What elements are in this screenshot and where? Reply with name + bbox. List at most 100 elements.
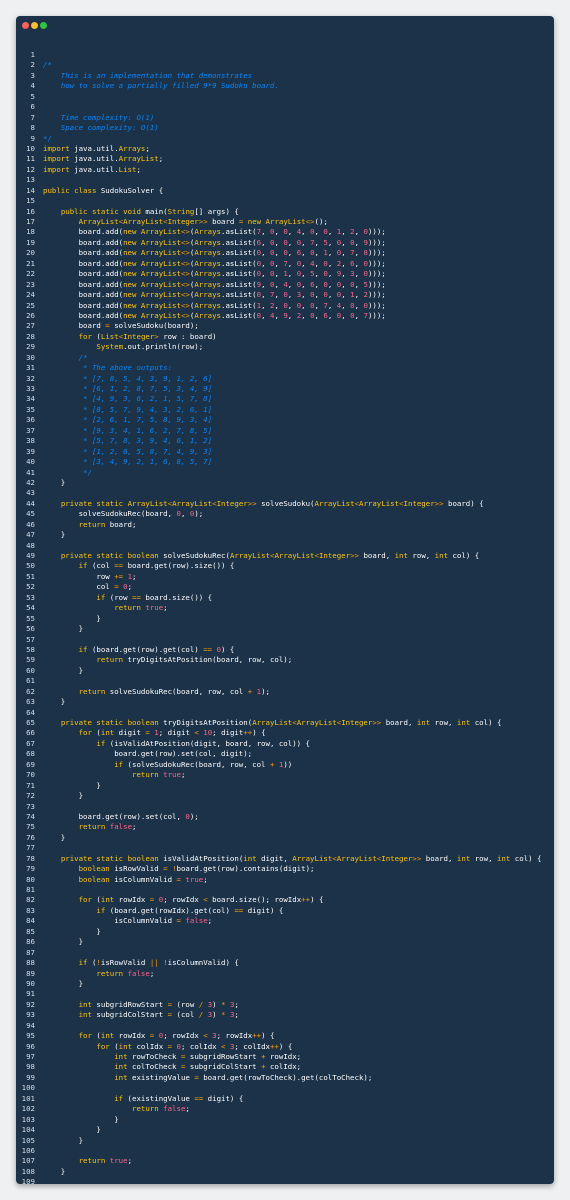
line-number: 80 <box>26 874 35 884</box>
code-text: board.add(new ArrayList<>(Arrays.asList(… <box>43 237 386 247</box>
line-number: 72 <box>26 791 35 801</box>
code-line: 60 } <box>16 666 554 676</box>
code-line: 107 return true; <box>16 1156 554 1166</box>
code-line: 85 } <box>16 927 554 937</box>
code-line: 14 public class SudokuSolver { <box>16 186 554 196</box>
line-number: 109 <box>21 1177 35 1184</box>
code-line: 15 <box>16 196 554 206</box>
code-text: for (int rowIdx = 0; rowIdx < 3; rowIdx+… <box>78 1031 275 1041</box>
code-editor[interactable]: 1 2/* 3 This is an implementation that dem… <box>16 50 554 1184</box>
line-number: 42 <box>26 477 35 487</box>
code-text: return solveSudokuRec(board, row, col + … <box>78 686 270 696</box>
code-text: */ <box>43 133 52 143</box>
code-text: * [1, 2, 6, 5, 8, 7, 4, 9, 3] <box>43 446 213 456</box>
code-text: return tryDigitsAtPosition(board, row, c… <box>96 655 293 665</box>
code-line: 105 } <box>16 1136 554 1146</box>
code-line: 44 private static ArrayList<ArrayList<In… <box>16 499 554 509</box>
code-line: 29 System.out.println(row); <box>16 342 554 352</box>
code-text: board.get(row).set(col, 0); <box>43 811 199 821</box>
code-text: public class SudokuSolver { <box>43 185 164 195</box>
zoom-window-button[interactable] <box>40 22 47 29</box>
code-line: 59 return tryDigitsAtPosition(board, row… <box>16 655 554 665</box>
line-number: 108 <box>21 1166 35 1176</box>
line-number: 76 <box>26 832 35 842</box>
line-number: 75 <box>26 822 35 832</box>
code-line: 23 board.add(new ArrayList<>(Arrays.asLi… <box>16 280 554 290</box>
line-number: 103 <box>21 1114 35 1124</box>
code-text: return false; <box>96 968 155 978</box>
line-number: 85 <box>26 926 35 936</box>
code-line: 96 for (int colIdx = 0; colIdx < 3; colI… <box>16 1042 554 1052</box>
code-line: 53 if (row == board.size()) { <box>16 593 554 603</box>
line-number: 93 <box>26 1010 35 1020</box>
line-number: 64 <box>26 707 35 717</box>
code-text: if (isValidAtPosition(digit, board, row,… <box>96 738 310 748</box>
close-window-button[interactable] <box>22 22 29 29</box>
code-line: 97 int rowToCheck = subgridRowStart + ro… <box>16 1052 554 1062</box>
code-text: } <box>43 1166 66 1176</box>
code-line: 48 <box>16 541 554 551</box>
code-text: * [9, 3, 4, 1, 6, 2, 7, 8, 5] <box>43 425 213 435</box>
code-line: 71 } <box>16 781 554 791</box>
code-text: for (int digit = 1; digit < 10; digit++)… <box>78 728 266 738</box>
code-text: * [2, 6, 1, 7, 5, 8, 9, 3, 4] <box>43 415 213 425</box>
code-line: 47 } <box>16 530 554 540</box>
line-number: 19 <box>26 237 35 247</box>
code-text: if (board.get(row).get(col) == 0) { <box>78 644 235 654</box>
line-number: 94 <box>26 1020 35 1030</box>
line-number: 17 <box>26 217 35 226</box>
code-line: 34 * [4, 9, 3, 6, 2, 1, 5, 7, 8] <box>16 394 554 404</box>
code-text: boolean isColumnValid = true; <box>78 874 208 884</box>
code-text: import java.util.Arrays; <box>43 143 150 153</box>
code-line: 45 solveSudokuRec(board, 0, 0); <box>16 509 554 519</box>
code-line: 100 <box>16 1083 554 1093</box>
line-number: 98 <box>26 1062 35 1072</box>
code-line: 78 private static boolean isValidAtPosit… <box>16 854 554 864</box>
code-line: 10 import java.util.Arrays; <box>16 144 554 154</box>
code-text: board.add(new ArrayList<>(Arrays.asList(… <box>43 227 386 237</box>
code-text: } <box>43 780 101 790</box>
line-number: 104 <box>21 1125 35 1135</box>
line-number: 67 <box>26 738 35 748</box>
code-line: 69 if (solveSudokuRec(board, row, col + … <box>16 760 554 770</box>
line-number: 84 <box>26 916 35 926</box>
code-line: 102 return false; <box>16 1104 554 1114</box>
code-text: board.add(new ArrayList<>(Arrays.asList(… <box>43 269 386 279</box>
code-text: } <box>43 926 101 936</box>
line-number: 10 <box>26 143 35 153</box>
code-text: Time complexity: O(1) <box>43 112 155 122</box>
line-number: 32 <box>26 373 35 383</box>
line-number: 5 <box>30 91 35 101</box>
line-number: 7 <box>30 112 35 122</box>
code-line: 7 Time complexity: O(1) <box>16 113 554 123</box>
line-number: 14 <box>26 185 35 195</box>
line-number: 100 <box>21 1083 35 1093</box>
code-text: } <box>43 624 84 634</box>
code-text: if (solveSudokuRec(board, row, col + 1)) <box>114 759 293 769</box>
line-number: 22 <box>26 269 35 279</box>
line-number: 18 <box>26 227 35 237</box>
code-line: 99 int existingValue = board.get(rowToCh… <box>16 1073 554 1083</box>
code-line: 74 board.get(row).set(col, 0); <box>16 812 554 822</box>
minimize-window-button[interactable] <box>31 22 38 29</box>
code-line: 55 } <box>16 614 554 624</box>
code-line: 58 if (board.get(row).get(col) == 0) { <box>16 645 554 655</box>
line-number: 26 <box>26 310 35 320</box>
line-number: 39 <box>26 446 35 456</box>
line-number: 24 <box>26 290 35 300</box>
code-text: } <box>43 477 66 487</box>
code-line: 52 col = 0; <box>16 582 554 592</box>
code-text: import java.util.List; <box>43 164 141 174</box>
line-number: 86 <box>26 937 35 947</box>
code-line: 95 for (int rowIdx = 0; rowIdx < 3; rowI… <box>16 1031 554 1041</box>
code-line: 20 board.add(new ArrayList<>(Arrays.asLi… <box>16 248 554 258</box>
line-number: 16 <box>26 206 35 216</box>
line-number: 23 <box>26 279 35 289</box>
